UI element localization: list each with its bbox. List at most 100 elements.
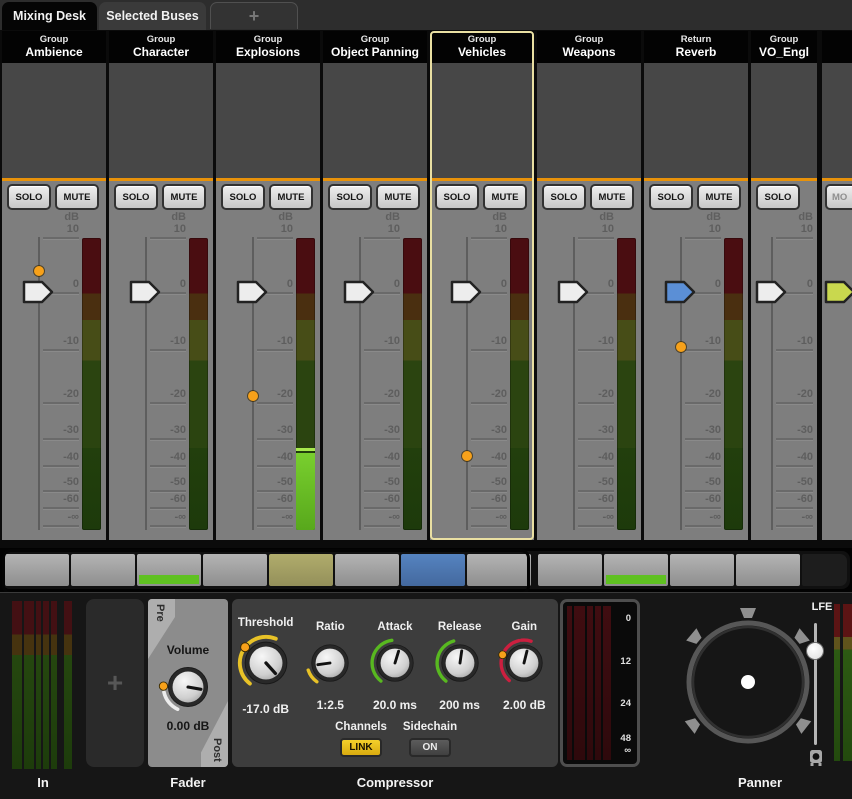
knob-ratio[interactable]: Ratio 1:2.5	[299, 621, 361, 712]
pre-tab-label: Pre	[154, 604, 166, 622]
solo-button[interactable]: SOLO	[221, 184, 265, 210]
scale-tick-label: -∞	[156, 511, 186, 523]
db-unit-label: dB	[275, 211, 293, 223]
knob-threshold[interactable]: Threshold -17.0 dB	[235, 617, 297, 716]
scale-tick	[685, 438, 721, 440]
knob-release[interactable]: Release 200 ms	[429, 621, 491, 712]
fader-handle[interactable]	[755, 280, 787, 304]
solo-button[interactable]: SOLO	[114, 184, 158, 210]
scale-tick-label: -60	[49, 493, 79, 505]
knob-dial[interactable]	[234, 631, 298, 700]
fader-handle[interactable]	[129, 280, 161, 304]
overview-segment[interactable]	[203, 554, 267, 586]
volume-knob[interactable]	[158, 657, 218, 717]
knob-label: Threshold	[238, 617, 294, 629]
knob-gain[interactable]: Gain 2.00 dB	[493, 621, 555, 712]
channel-strip-object-panning[interactable]: GroupObject PanningSOLOMUTEdB100-10-20-3…	[323, 31, 427, 540]
knob-dial[interactable]	[367, 635, 423, 696]
overview-segment[interactable]	[670, 554, 734, 586]
overview-segment[interactable]	[335, 554, 399, 586]
channel-strip-ambience[interactable]: GroupAmbienceSOLOMUTEdB100-10-20-30-40-5…	[2, 31, 106, 540]
tab-bar: Mixing Desk Selected Buses +	[0, 0, 852, 30]
strip-type-label: Group	[468, 35, 497, 45]
overview-segment[interactable]	[71, 554, 135, 586]
knob-dial[interactable]	[432, 635, 488, 696]
sidechain-on-button[interactable]: ON	[409, 738, 451, 757]
channel-strip-character[interactable]: GroupCharacterSOLOMUTEdB100-10-20-30-40-…	[109, 31, 213, 540]
pinned-master-strip[interactable]: MO	[822, 31, 852, 540]
surround-panner[interactable]	[673, 607, 823, 757]
scale-tick-label: -30	[370, 424, 400, 436]
fader-handle[interactable]	[343, 280, 375, 304]
scale-tick-label: -30	[477, 424, 507, 436]
scale-tick-label: -10	[263, 335, 293, 347]
fader-handle[interactable]	[22, 280, 54, 304]
lfe-slider-thumb[interactable]	[807, 643, 823, 659]
channels-label: Channels	[335, 721, 387, 733]
channel-strip-explosions[interactable]: GroupExplosionsSOLOMUTEdB100-10-20-30-40…	[216, 31, 320, 540]
scale-tick-label: -10	[370, 335, 400, 347]
overview-segment[interactable]	[269, 554, 333, 586]
scale-tick	[150, 465, 186, 467]
pinned-strip-button[interactable]: MO	[825, 184, 852, 210]
level-meter	[724, 238, 743, 530]
fader-handle[interactable]	[450, 280, 482, 304]
mixer-overview	[0, 548, 852, 592]
mute-button[interactable]: MUTE	[162, 184, 206, 210]
overview-segment[interactable]	[401, 554, 465, 586]
overview-segment[interactable]	[538, 554, 602, 586]
solo-button[interactable]: SOLO	[542, 184, 586, 210]
solo-button[interactable]: SOLO	[756, 184, 800, 210]
solo-button[interactable]: SOLO	[328, 184, 372, 210]
scale-tick	[578, 507, 614, 509]
add-effect-button[interactable]: +	[86, 599, 144, 767]
overview-segment[interactable]	[5, 554, 69, 586]
scale-tick	[776, 490, 813, 492]
speaker-icon	[740, 608, 756, 618]
solo-button[interactable]: SOLO	[435, 184, 479, 210]
tab-selected-buses[interactable]: Selected Buses	[99, 2, 206, 30]
scale-tick	[471, 349, 507, 351]
solo-button[interactable]: SOLO	[649, 184, 693, 210]
fader-handle[interactable]	[557, 280, 589, 304]
overview-segment[interactable]	[467, 554, 531, 586]
channel-strip-reverb[interactable]: ReturnReverbSOLOMUTEdB100-10-20-30-40-50…	[644, 31, 748, 540]
knob-dial[interactable]	[302, 635, 358, 696]
fader-handle[interactable]	[824, 280, 852, 304]
add-tab-button[interactable]: +	[210, 2, 298, 29]
scale-tick	[776, 438, 813, 440]
scale-tick	[685, 507, 721, 509]
strips-pane: GroupAmbienceSOLOMUTEdB100-10-20-30-40-5…	[2, 31, 818, 540]
strip-fader-area: MO	[822, 181, 852, 540]
pinned-master-pane: MO	[822, 31, 852, 540]
strip-fader-area: SOLOMUTEdB100-10-20-30-40-50-60-∞	[430, 181, 534, 540]
level-meter	[510, 238, 529, 530]
mute-button[interactable]: MUTE	[590, 184, 634, 210]
overview-segment[interactable]	[137, 554, 201, 586]
overview-segment[interactable]	[604, 554, 668, 586]
channel-strip-vehicles[interactable]: GroupVehiclesSOLOMUTEdB100-10-20-30-40-5…	[430, 31, 534, 540]
tab-mixing-desk[interactable]: Mixing Desk	[2, 2, 97, 30]
mute-button[interactable]: MUTE	[697, 184, 741, 210]
strip-inserts-area	[2, 63, 106, 178]
rtpc-indicator-dot	[462, 451, 472, 461]
mute-button[interactable]: MUTE	[376, 184, 420, 210]
scale-tick-label: -50	[783, 476, 813, 488]
solo-button[interactable]: SOLO	[7, 184, 51, 210]
scale-tick-label: -50	[691, 476, 721, 488]
channel-strip-vo-engl[interactable]: GroupVO_EnglSOLOdB100-10-20-30-40-50-60-…	[751, 31, 817, 540]
pan-puck[interactable]	[741, 675, 755, 689]
mute-button[interactable]: MUTE	[483, 184, 527, 210]
knob-dial[interactable]	[496, 635, 552, 696]
fader-handle[interactable]	[664, 280, 696, 304]
mute-button[interactable]: MUTE	[55, 184, 99, 210]
channels-link-button[interactable]: LINK	[340, 738, 382, 757]
scale-tick	[471, 525, 507, 527]
knob-attack[interactable]: Attack 20.0 ms	[364, 621, 426, 712]
mute-button[interactable]: MUTE	[269, 184, 313, 210]
channel-strip-weapons[interactable]: GroupWeaponsSOLOMUTEdB100-10-20-30-40-50…	[537, 31, 641, 540]
fader-handle[interactable]	[236, 280, 268, 304]
overview-segment[interactable]	[802, 554, 847, 586]
db-unit-label: dB	[703, 211, 721, 223]
overview-segment[interactable]	[736, 554, 800, 586]
